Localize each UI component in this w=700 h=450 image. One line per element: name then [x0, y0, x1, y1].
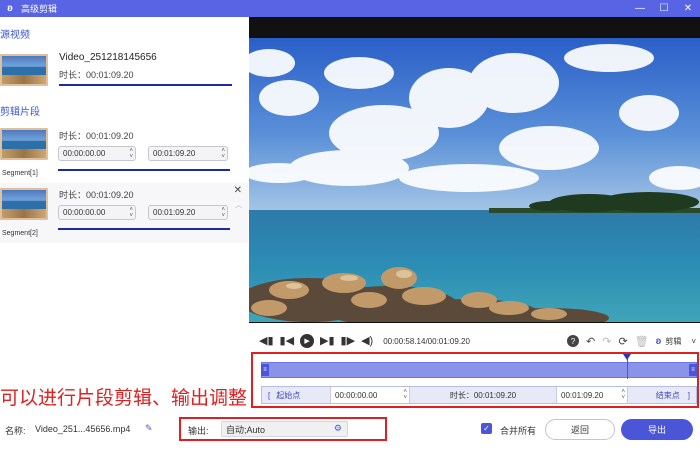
output-format-field[interactable]: 自动;Auto ⚙ [221, 421, 348, 437]
bracket-left-icon: [ [268, 390, 271, 400]
skip-end-icon[interactable]: ▶▮ [320, 335, 335, 347]
help-icon[interactable]: ? [567, 335, 580, 347]
segment-1-thumbnail[interactable] [0, 128, 48, 160]
maximize-button[interactable]: ☐ [652, 0, 676, 17]
timeline-track[interactable]: ≡ ≡ [261, 354, 697, 379]
left-panel: 源视频 Video_251218145656 时长：00:01:09.20 剪辑… [0, 17, 248, 243]
segment-2-label: Segment[2] [2, 230, 38, 237]
source-duration: 时长：00:01:09.20 [59, 70, 134, 80]
back-button[interactable]: 返回 [545, 419, 615, 440]
playhead-marker-icon[interactable] [623, 354, 631, 360]
set-start-button[interactable]: [ 起始点 [262, 387, 330, 403]
timeline-end-handle[interactable]: ≡ [689, 364, 697, 376]
stepper-icon[interactable]: ˄ ˅ [221, 148, 225, 160]
source-underline [59, 84, 232, 86]
source-thumbnail[interactable] [0, 54, 48, 86]
segment-1-end-input[interactable]: 00:01:09.20 ˄ ˅ [148, 146, 228, 161]
source-video-name: Video_251218145656 [59, 52, 157, 63]
bracket-right-icon: ] [687, 390, 690, 400]
chevron-down-icon: ˅ [691, 336, 696, 346]
edit-tools: ? ↶ ↷ ⟳ 🗑 ʚ 剪辑 ˅ [567, 330, 700, 352]
file-name: Video_251...45656.mp4 [35, 424, 131, 434]
merge-all-label: 合并所有 [500, 426, 537, 436]
name-label: 名称: [5, 426, 26, 436]
player-controls: ◀▮ ▮◀ ▶ ▶▮ ▮▶ ◀) 00:00:58.14/00:01:09.20… [249, 330, 700, 352]
segments-section-title: 剪辑片段 [0, 107, 40, 118]
segment-1-duration: 时长：00:01:09.20 [59, 131, 134, 141]
delete-icon[interactable]: 🗑 [635, 335, 649, 348]
title-bar: ʚ 高级剪辑 — ☐ ✕ [0, 0, 700, 17]
reset-icon[interactable]: ⟳ [618, 335, 627, 348]
frame-forward-icon[interactable]: ▮▶ [341, 335, 356, 347]
set-end-button[interactable]: 结束点 ] [634, 387, 696, 403]
segment-2-underline [58, 228, 230, 230]
window-title: 高级剪辑 [21, 4, 58, 14]
segment-2-start-input[interactable]: 00:00:00.00 ˄ ˅ [58, 205, 136, 220]
undo-icon[interactable]: ↶ [586, 335, 595, 348]
play-icon[interactable]: ▶ [300, 334, 315, 348]
volume-icon[interactable]: ◀) [361, 335, 373, 347]
segment-1-start-input[interactable]: 00:00:00.00 ˄ ˅ [58, 146, 136, 161]
stepper-icon[interactable]: ˄ ˅ [403, 389, 407, 401]
source-section-title: 源视频 [0, 30, 30, 41]
redo-icon[interactable]: ↷ [602, 335, 611, 348]
segment-1-label: Segment[1] [2, 170, 38, 177]
output-label: 输出: [188, 426, 209, 436]
video-preview[interactable] [249, 17, 700, 323]
gear-icon[interactable]: ⚙ [334, 423, 342, 434]
skip-start-icon[interactable]: ▮◀ [280, 335, 295, 347]
export-button[interactable]: 导出 [621, 419, 693, 440]
pencil-icon[interactable]: ✎ [145, 423, 153, 434]
edit-mode-button[interactable]: ʚ 剪辑 ˅ [656, 336, 696, 347]
segment-2-duration: 时长：00:01:09.20 [59, 190, 134, 200]
segment-duration: 时长：00:01:09.20 [449, 390, 517, 400]
segment-edit-row: [ 起始点 00:00:00.00 ˄ ˅ 时长：00:01:09.20 00:0… [261, 386, 697, 404]
window-controls: — ☐ ✕ [628, 0, 700, 17]
close-button[interactable]: ✕ [676, 0, 700, 17]
scissors-icon: ʚ [655, 335, 662, 347]
frame-back-icon[interactable]: ◀▮ [259, 335, 274, 347]
minimize-button[interactable]: — [628, 0, 652, 17]
timeline-start-handle[interactable]: ≡ [261, 364, 269, 376]
merge-all-checkbox[interactable]: ✓ [481, 423, 492, 434]
segment-1-underline [58, 169, 230, 171]
stepper-icon[interactable]: ˄ ˅ [621, 389, 625, 401]
stepper-icon[interactable]: ˄ ˅ [129, 148, 133, 160]
segment-2-thumbnail[interactable] [0, 188, 48, 220]
end-time-input[interactable]: 00:01:09.20 ˄ ˅ [556, 387, 628, 403]
close-icon[interactable]: ✕ [234, 185, 242, 196]
video-frame [249, 38, 700, 322]
stepper-icon[interactable]: ˄ ˅ [129, 207, 133, 219]
stepper-icon[interactable]: ˄ ˅ [221, 207, 225, 219]
app-logo-icon: ʚ [7, 3, 13, 14]
chevron-up-icon[interactable]: ︿ [235, 200, 242, 210]
current-time: 00:00:58.14/00:01:09.20 [383, 336, 470, 346]
start-time-input[interactable]: 00:00:00.00 ˄ ˅ [330, 387, 410, 403]
segment-2-end-input[interactable]: 00:01:09.20 ˄ ˅ [148, 205, 228, 220]
annotation-text: 可以进行片段剪辑、输出调整 [0, 387, 248, 409]
